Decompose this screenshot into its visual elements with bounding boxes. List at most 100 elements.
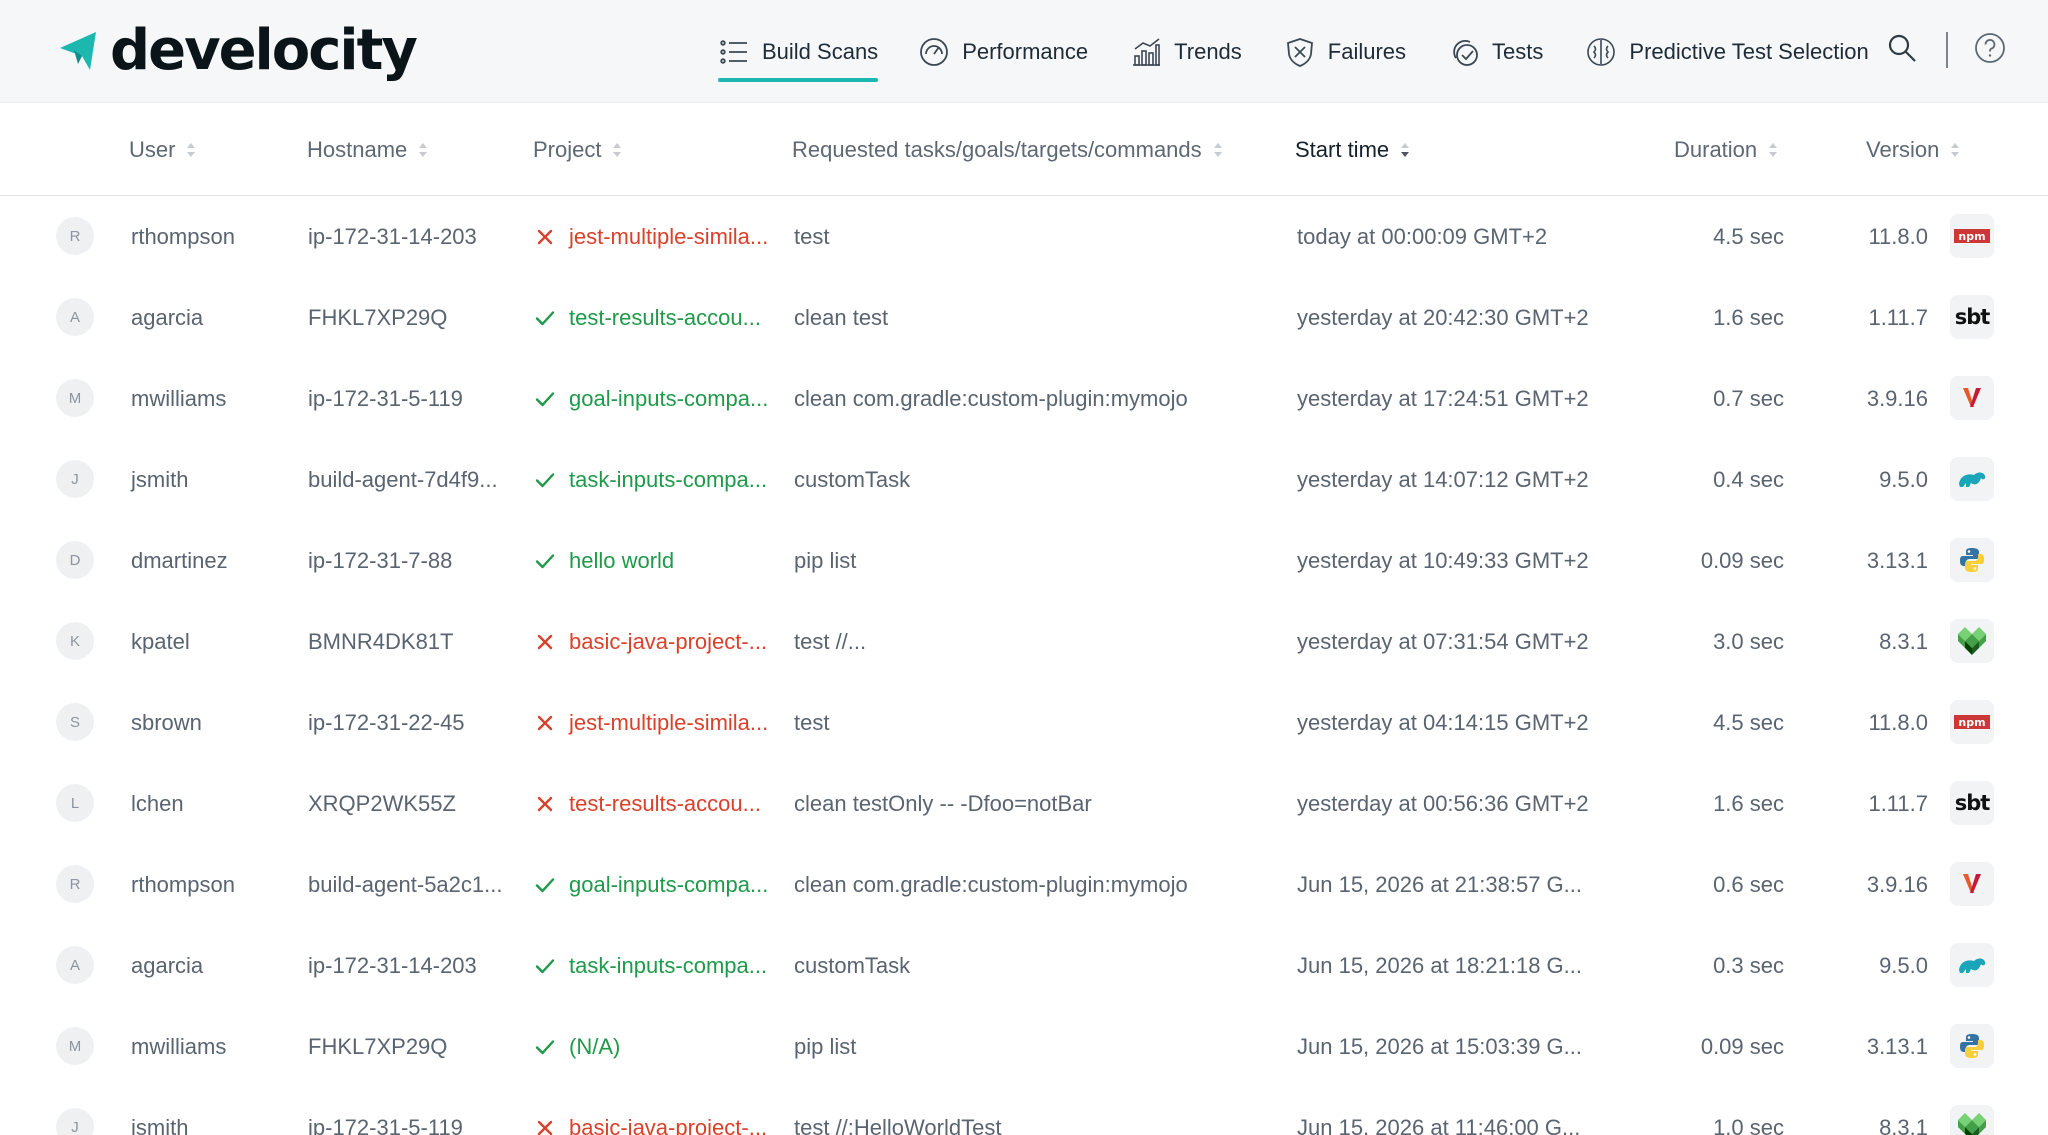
- sort-desc-icon: [1401, 142, 1410, 157]
- project-cell[interactable]: (N/A): [569, 1006, 620, 1087]
- hostname-cell: ip-172-31-5-119: [308, 385, 463, 411]
- requested-cell: test: [794, 223, 830, 249]
- svg-text:npm: npm: [1958, 716, 1985, 729]
- project-cell[interactable]: jest-multiple-simila...: [569, 682, 768, 763]
- user-cell: agarcia: [131, 304, 204, 330]
- nav-tests[interactable]: Tests: [1448, 22, 1543, 82]
- user-cell: agarcia: [131, 952, 204, 978]
- project-cell[interactable]: goal-inputs-compa...: [569, 358, 768, 439]
- table-row[interactable]: Kkpatel BMNR4DK81T basic-java-project-... t…: [0, 601, 2048, 682]
- requested-cell: customTask: [794, 466, 911, 492]
- project-cell[interactable]: hello world: [569, 520, 674, 601]
- sort-icon: [419, 142, 428, 157]
- nav-performance[interactable]: Performance: [918, 22, 1088, 82]
- column-header-user[interactable]: User: [129, 103, 197, 196]
- version-cell: 3.13.1: [1866, 547, 1928, 573]
- column-label: Hostname: [307, 136, 408, 162]
- avatar: J: [56, 1108, 94, 1135]
- check-icon: [535, 877, 555, 892]
- duration-cell: 4.5 sec: [1713, 223, 1784, 249]
- column-header-hostname[interactable]: Hostname: [307, 103, 429, 196]
- duration-cell: 4.5 sec: [1713, 709, 1784, 735]
- build-tool-badge: [1950, 457, 1994, 501]
- project-cell[interactable]: basic-java-project-...: [569, 601, 767, 682]
- table-row[interactable]: Rrthompson ip-172-31-14-203 jest-multiple-…: [0, 196, 2048, 277]
- version-cell: 11.8.0: [1868, 223, 1928, 249]
- build-scan-list: Rrthompson ip-172-31-14-203 jest-multiple-…: [0, 196, 2048, 1135]
- cross-icon: [537, 634, 553, 649]
- brain-icon: [1587, 38, 1616, 66]
- user-cell: kpatel: [131, 628, 190, 654]
- table-header: User Hostname Project Requested tasks/go…: [0, 103, 2048, 196]
- search-icon[interactable]: [1886, 32, 1918, 64]
- avatar: S: [56, 703, 94, 741]
- check-icon: [535, 1039, 555, 1054]
- start-time-cell: today at 00:00:09 GMT+2: [1297, 223, 1548, 249]
- avatar: R: [56, 865, 94, 903]
- build-tool-badge: [1950, 943, 1994, 987]
- start-time-cell: Jun 15, 2026 at 21:38:57 G...: [1297, 871, 1582, 897]
- nav-trends[interactable]: Trends: [1130, 22, 1242, 82]
- requested-cell: test //:HelloWorldTest: [794, 1114, 1002, 1135]
- table-row[interactable]: Llchen XRQP2WK55Z test-results-accou... cle…: [0, 763, 2048, 844]
- nav-build-scans[interactable]: Build Scans: [718, 22, 879, 82]
- table-row[interactable]: Aagarcia FHKL7XP29Q test-results-accou... c…: [0, 277, 2048, 358]
- table-row[interactable]: Jjsmith build-agent-7d4f9... task-inputs-c…: [0, 439, 2048, 520]
- project-cell[interactable]: task-inputs-compa...: [569, 925, 767, 1006]
- hostname-cell: FHKL7XP29Q: [308, 304, 448, 330]
- start-time-cell: Jun 15, 2026 at 18:21:18 G...: [1297, 952, 1582, 978]
- nav-failures[interactable]: Failures: [1284, 22, 1406, 82]
- requested-cell: clean com.gradle:custom-plugin:mymojo: [794, 385, 1188, 411]
- table-row[interactable]: Aagarcia ip-172-31-14-203 task-inputs-comp…: [0, 925, 2048, 1006]
- version-cell: 8.3.1: [1879, 1114, 1928, 1135]
- cross-icon: [537, 229, 553, 244]
- project-cell[interactable]: test-results-accou...: [569, 277, 761, 358]
- project-cell[interactable]: basic-java-project-...: [569, 1087, 767, 1135]
- check-circles-icon: [1453, 39, 1478, 66]
- build-status: [534, 358, 556, 439]
- sort-icon: [613, 142, 622, 157]
- table-row[interactable]: Mmwilliams FHKL7XP29Q (N/A) pip list Jun 15,…: [0, 1006, 2048, 1087]
- requested-cell: clean test: [794, 304, 889, 330]
- avatar: K: [56, 622, 94, 660]
- column-header-duration[interactable]: Duration: [1674, 103, 1779, 196]
- requested-cell: test: [794, 709, 830, 735]
- logo-mark-icon: [60, 32, 96, 70]
- duration-cell: 0.3 sec: [1713, 952, 1784, 978]
- avatar: A: [56, 298, 94, 336]
- logo-text: develocity: [110, 18, 418, 83]
- project-cell[interactable]: jest-multiple-simila...: [569, 196, 768, 277]
- duration-cell: 1.0 sec: [1713, 1114, 1784, 1135]
- avatar: D: [56, 541, 94, 579]
- column-header-requested[interactable]: Requested tasks/goals/targets/commands: [792, 103, 1224, 196]
- project-cell[interactable]: task-inputs-compa...: [569, 439, 767, 520]
- table-row[interactable]: Mmwilliams ip-172-31-5-119 goal-inputs-com…: [0, 358, 2048, 439]
- duration-cell: 1.6 sec: [1713, 790, 1784, 816]
- hostname-cell: ip-172-31-22-45: [308, 709, 465, 735]
- table-row[interactable]: Jjsmith ip-172-31-5-119 basic-java-project…: [0, 1087, 2048, 1135]
- table-row[interactable]: Ssbrown ip-172-31-22-45 jest-multiple-simi…: [0, 682, 2048, 763]
- avatar: M: [56, 1027, 94, 1065]
- develocity-logo[interactable]: develocity: [56, 16, 418, 86]
- table-row[interactable]: Rrthompson build-agent-5a2c1... goal-input…: [0, 844, 2048, 925]
- user-cell: mwilliams: [131, 385, 227, 411]
- column-header-version[interactable]: Version: [1866, 103, 1961, 196]
- build-status: [534, 763, 556, 844]
- nav-predictive-test-selection[interactable]: Predictive Test Selection: [1585, 22, 1869, 82]
- help-icon[interactable]: [1974, 32, 2006, 64]
- build-status: [534, 601, 556, 682]
- project-cell[interactable]: test-results-accou...: [569, 763, 761, 844]
- avatar: A: [56, 946, 94, 984]
- build-status: [534, 1006, 556, 1087]
- build-tool-badge: [1950, 862, 1994, 906]
- user-cell: dmartinez: [131, 547, 228, 573]
- table-row[interactable]: Ddmartinez ip-172-31-7-88 hello world pip l…: [0, 520, 2048, 601]
- build-status: [534, 682, 556, 763]
- duration-cell: 0.6 sec: [1713, 871, 1784, 897]
- column-header-project[interactable]: Project: [533, 103, 623, 196]
- nav-label: Performance: [962, 39, 1089, 64]
- python-icon: [1960, 548, 1984, 572]
- project-cell[interactable]: goal-inputs-compa...: [569, 844, 768, 925]
- column-header-start-time[interactable]: Start time: [1295, 103, 1411, 196]
- duration-cell: 0.09 sec: [1700, 1033, 1784, 1059]
